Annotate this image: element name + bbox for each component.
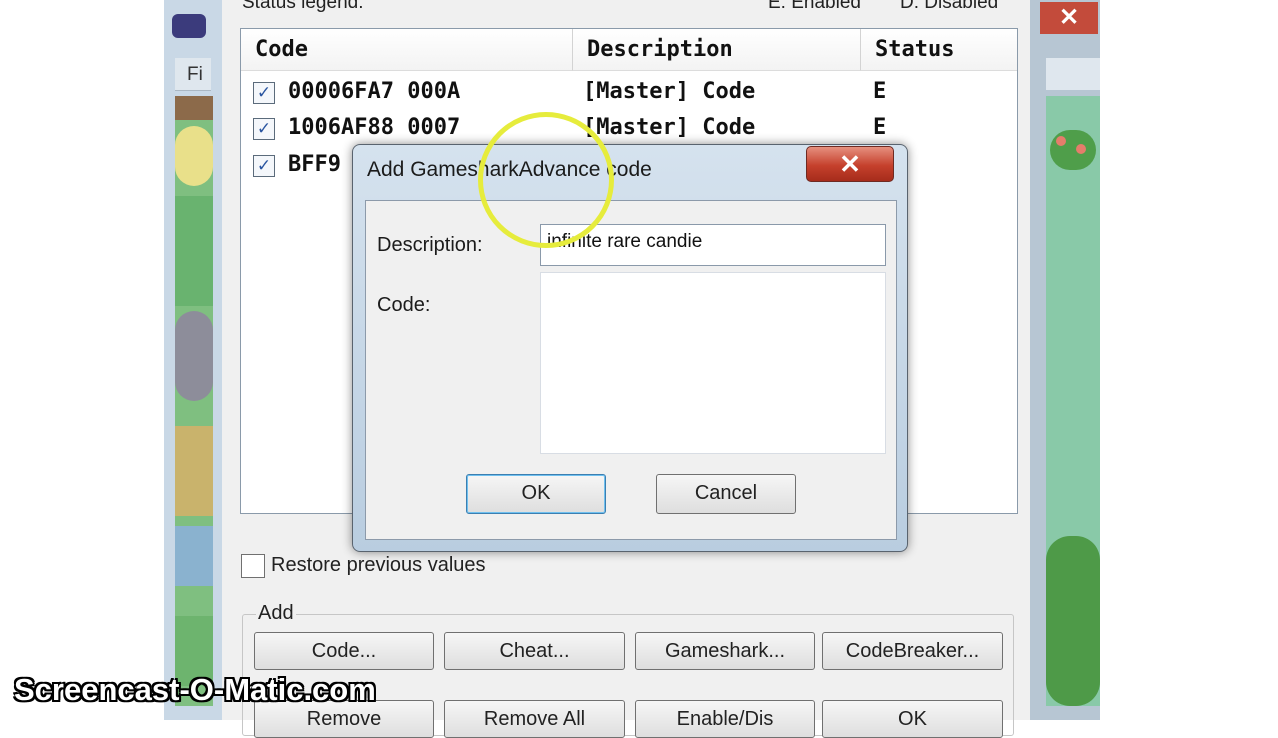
- row-checkbox[interactable]: ✓: [253, 118, 275, 140]
- legend-enabled: E: Enabled: [768, 0, 861, 13]
- cursor-highlight-ring: [478, 112, 614, 248]
- emulator-menubar-right: [1046, 58, 1100, 90]
- game-screen-right: [1046, 96, 1100, 706]
- row-checkbox[interactable]: ✓: [253, 82, 275, 104]
- emulator-close-icon[interactable]: ✕: [1040, 2, 1098, 34]
- row-description: [Master] Code: [583, 115, 756, 140]
- row-code: 00006FA7 000A: [288, 79, 461, 104]
- row-checkbox[interactable]: ✓: [253, 155, 275, 177]
- code-textarea[interactable]: [540, 272, 886, 454]
- cancel-button[interactable]: Cancel: [656, 474, 796, 514]
- row-code: BFF9: [288, 152, 341, 177]
- restore-previous-values-label: Restore previous values: [271, 554, 486, 576]
- ok-button[interactable]: OK: [466, 474, 606, 514]
- add-codebreaker-button[interactable]: CodeBreaker...: [822, 632, 1003, 670]
- description-label: Description:: [377, 234, 483, 256]
- table-row[interactable]: ✓ 1006AF88 0007 [Master] Code E: [241, 111, 1017, 147]
- add-group-label: Add: [256, 602, 296, 625]
- cheat-list-ok-button[interactable]: OK: [822, 700, 1003, 738]
- description-input[interactable]: infinite rare candie: [540, 224, 886, 266]
- table-row[interactable]: ✓ 00006FA7 000A [Master] Code E: [241, 75, 1017, 111]
- watermark-text: Screencast-O-Matic.com: [14, 672, 376, 707]
- game-screen-left: [175, 96, 213, 706]
- column-header-code[interactable]: Code: [241, 29, 573, 71]
- enable-disable-button[interactable]: Enable/Dis: [635, 700, 815, 738]
- add-cheat-button[interactable]: Cheat...: [444, 632, 625, 670]
- menu-file[interactable]: Fi: [187, 64, 203, 86]
- legend-disabled: D: Disabled: [900, 0, 999, 13]
- row-description: [Master] Code: [583, 79, 756, 104]
- dialog-close-icon[interactable]: ✕: [806, 146, 894, 182]
- row-code: 1006AF88 0007: [288, 115, 461, 140]
- status-legend-label: Status legend:: [242, 0, 364, 13]
- restore-previous-values-checkbox[interactable]: [241, 554, 265, 578]
- code-label: Code:: [377, 294, 431, 316]
- remove-all-button[interactable]: Remove All: [444, 700, 625, 738]
- add-gameshark-button[interactable]: Gameshark...: [635, 632, 815, 670]
- row-status: E: [873, 115, 887, 140]
- column-header-description[interactable]: Description: [573, 29, 861, 71]
- column-header-status[interactable]: Status: [861, 29, 1017, 71]
- add-code-button[interactable]: Code...: [254, 632, 434, 670]
- emulator-app-icon: [172, 14, 206, 38]
- row-status: E: [873, 79, 887, 104]
